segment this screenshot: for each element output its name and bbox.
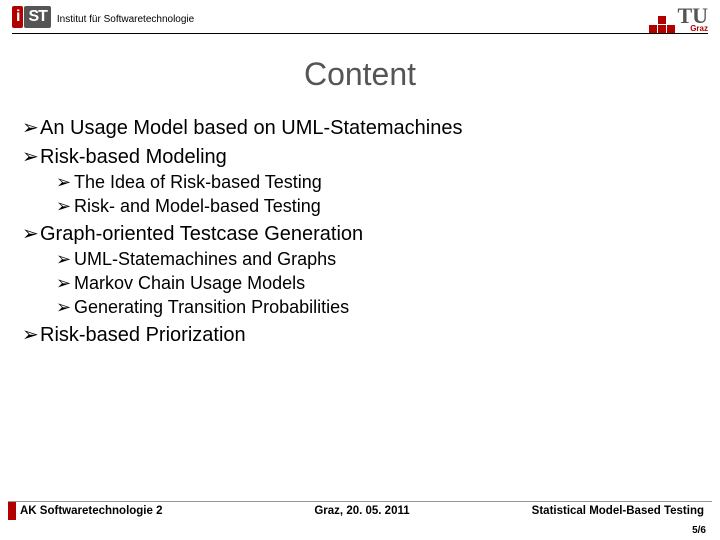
bullet-item: ➢Risk-based Modeling ➢The Idea of Risk-b… — [22, 144, 698, 217]
footer-left: AK Softwaretechnologie 2 — [18, 505, 248, 517]
sub-bullet-item: ➢The Idea of Risk-based Testing — [56, 172, 698, 193]
ist-logo-st: ST — [24, 6, 50, 28]
header-rule — [12, 33, 708, 34]
slide-header: i ST Institut für Softwaretechnologie TU… — [0, 0, 720, 33]
institute-name: Institut für Softwaretechnologie — [57, 14, 194, 28]
arrow-bullet-icon: ➢ — [22, 144, 40, 169]
arrow-bullet-icon: ➢ — [56, 249, 74, 270]
footer-right: Statistical Model-Based Testing — [476, 505, 712, 517]
arrow-bullet-icon: ➢ — [56, 273, 74, 294]
tu-graz-logo: TU Graz — [648, 6, 708, 33]
bullet-text: Risk-based Modeling — [40, 146, 227, 168]
arrow-bullet-icon: ➢ — [22, 322, 40, 347]
header-left: i ST Institut für Softwaretechnologie — [12, 6, 194, 28]
slide-footer: AK Softwaretechnologie 2 Graz, 20. 05. 2… — [0, 501, 720, 520]
bullet-text: An Usage Model based on UML-Statemachine… — [40, 117, 462, 139]
footer-date: Graz, 20. 05. 2011 — [248, 505, 476, 517]
arrow-bullet-icon: ➢ — [22, 115, 40, 140]
bullet-text: Risk-based Priorization — [40, 324, 246, 346]
ist-logo: i ST — [12, 6, 51, 28]
bullet-text: Risk- and Model-based Testing — [74, 196, 321, 216]
footer-accent — [8, 502, 16, 520]
tu-squares-icon — [648, 15, 675, 33]
sub-bullet-item: ➢UML-Statemachines and Graphs — [56, 249, 698, 270]
bullet-text: Generating Transition Probabilities — [74, 297, 349, 317]
bullet-item: ➢Risk-based Priorization — [22, 322, 698, 347]
bullet-item: ➢Graph-oriented Testcase Generation ➢UML… — [22, 221, 698, 318]
page-number: 5/6 — [692, 525, 706, 536]
bullet-text: The Idea of Risk-based Testing — [74, 172, 322, 192]
sub-bullet-item: ➢Markov Chain Usage Models — [56, 273, 698, 294]
arrow-bullet-icon: ➢ — [56, 196, 74, 217]
bullet-text: Markov Chain Usage Models — [74, 273, 305, 293]
bullet-item: ➢An Usage Model based on UML-Statemachin… — [22, 115, 698, 140]
tu-text: TU — [677, 6, 708, 26]
ist-logo-i: i — [12, 6, 23, 28]
sub-bullet-item: ➢Risk- and Model-based Testing — [56, 196, 698, 217]
sub-bullet-item: ➢Generating Transition Probabilities — [56, 297, 698, 318]
arrow-bullet-icon: ➢ — [56, 297, 74, 318]
bullet-text: UML-Statemachines and Graphs — [74, 249, 336, 269]
slide-title: Content — [0, 56, 720, 93]
bullet-text: Graph-oriented Testcase Generation — [40, 223, 363, 245]
slide-content: ➢An Usage Model based on UML-Statemachin… — [0, 115, 720, 347]
arrow-bullet-icon: ➢ — [22, 221, 40, 246]
arrow-bullet-icon: ➢ — [56, 172, 74, 193]
